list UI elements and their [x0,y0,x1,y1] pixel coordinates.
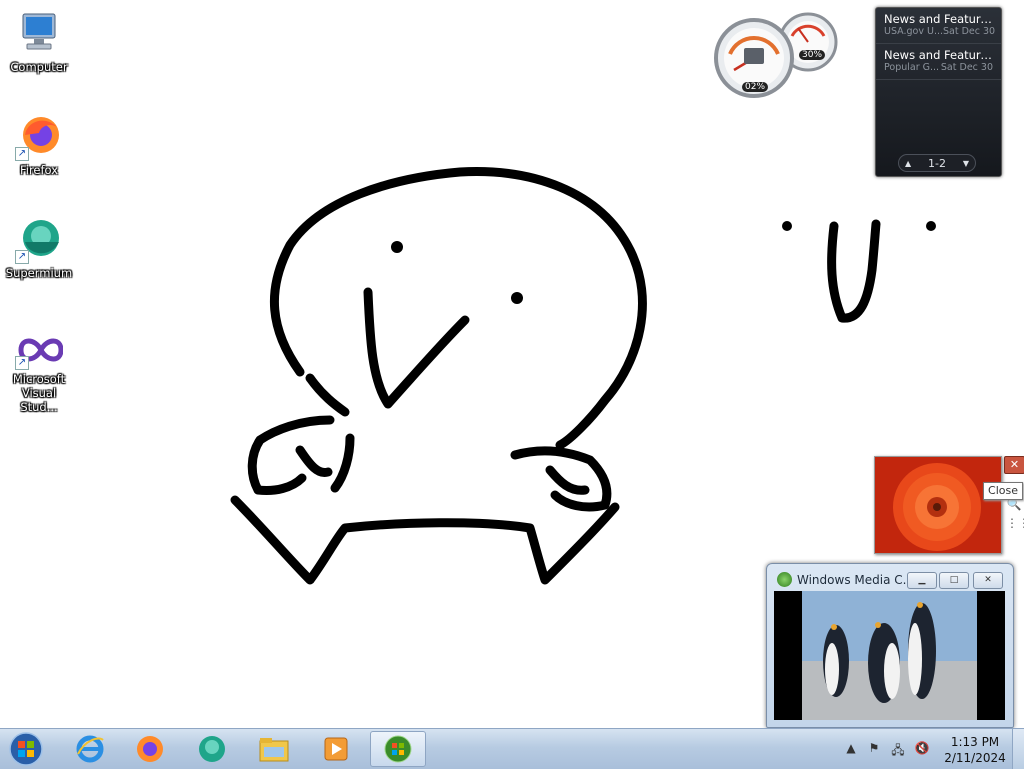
news-item-source: Popular G... [884,62,940,73]
news-item-source: USA.gov U... [884,26,944,37]
media-center-icon [384,735,412,763]
windows-logo-icon [9,732,43,766]
taskbar-ie-button[interactable] [62,731,118,767]
ie-icon [76,735,104,763]
doodle-body [230,495,620,585]
doodle-small-eye-left [782,221,792,231]
close-tooltip: Close [983,482,1023,500]
doodle-small-eye-right [926,221,936,231]
doodle-eye-right [511,292,523,304]
news-item-date: Sat Dec 30 [940,62,993,73]
news-gadget[interactable]: News and Feature... USA.gov U... Sat Dec… [875,7,1002,177]
slideshow-gadget[interactable] [874,456,1002,554]
cpu-meter-gadget[interactable]: 02% 30% [712,8,842,104]
doodle-left-arm [247,415,355,495]
firefox-icon [137,736,163,762]
clock-time: 1:13 PM [950,735,1000,749]
taskbar-firefox-button[interactable] [122,731,178,767]
network-icon[interactable]: 🖧 [890,741,906,757]
show-hidden-icons-icon[interactable]: ▲ [843,741,859,757]
taskbar-media-player-button[interactable] [308,731,364,767]
penguins-video-frame [802,591,977,720]
clock-date: 2/11/2024 [944,751,1006,765]
slideshow-close-button[interactable]: ✕ [1004,456,1024,474]
action-center-flag-icon[interactable]: ⚑ [866,741,882,757]
volume-muted-icon[interactable]: 🔇 [914,741,930,757]
news-item[interactable]: News and Feature... USA.gov U... Sat Dec… [876,8,1001,44]
cpu-percent: 02% [742,82,769,92]
pager-up-icon[interactable]: ▲ [905,159,911,168]
system-clock[interactable]: 1:13 PM 2/11/2024 [936,734,1014,766]
window-title: Windows Media C... [797,573,915,587]
doodle-eye-left [391,241,403,253]
media-center-icon [777,572,792,587]
minimize-button[interactable]: ▁ [907,572,937,589]
news-pager: ▲ 1-2 ▼ [898,154,976,172]
taskbar-supermium-button[interactable] [184,731,240,767]
doodle-right-arm [510,446,612,512]
taskbar: ▲ ⚑ 🖧 🔇 1:13 PM 2/11/2024 [0,728,1024,769]
media-player-icon [324,737,348,761]
taskbar-media-center-button[interactable] [370,731,426,767]
pager-label: 1-2 [928,156,946,170]
pager-down-icon[interactable]: ▼ [963,159,969,168]
show-desktop-button[interactable] [1012,729,1024,769]
grip-icon[interactable]: ⋮⋮ [1006,516,1024,532]
media-center-window[interactable]: Windows Media C... ▁ □ ✕ [766,563,1014,728]
news-item[interactable]: News and Feature... Popular G... Sat Dec… [876,44,1001,80]
doodle-mouth [363,287,470,409]
news-item-date: Sat Dec 30 [943,26,996,37]
video-area[interactable] [774,591,1005,720]
maximize-button[interactable]: □ [939,572,969,589]
news-item-title: News and Feature... [884,12,993,26]
flower-photo [875,457,1001,553]
explorer-icon [259,738,289,762]
doodle-small-face-mouth [827,219,881,323]
news-item-title: News and Feature... [884,48,993,62]
taskbar-explorer-button[interactable] [246,731,302,767]
start-button[interactable] [6,731,46,767]
memory-percent: 30% [799,50,826,60]
doodle-head-left [305,373,350,417]
close-button[interactable]: ✕ [973,572,1003,589]
supermium-icon [199,736,225,762]
